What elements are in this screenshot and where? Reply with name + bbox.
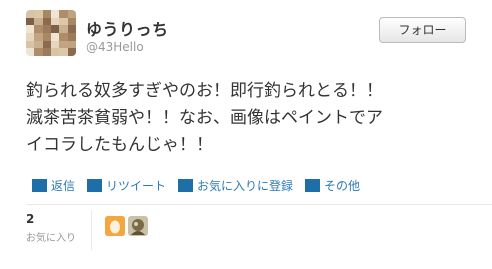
- more-label: その他: [324, 178, 361, 193]
- tweet-text: 釣られる奴多すぎやのお！即行釣られとる！！ 滅茶苦茶貧弱や！！なお、画像はペイン…: [26, 78, 486, 159]
- favorites-stat[interactable]: 2 お気に入り: [26, 212, 76, 244]
- stats-divider: [26, 204, 492, 205]
- stats-separator: [91, 210, 92, 250]
- tweet-line-1: 釣られる奴多すぎやのお！即行釣られとる！！: [26, 81, 383, 101]
- more-icon: [305, 178, 321, 192]
- screen-name[interactable]: @43Hello: [86, 40, 144, 54]
- user-photo-icon: [128, 216, 148, 236]
- tweet-line-3: イコラしたもんじゃ！！: [26, 135, 213, 155]
- favoriter-avatar-photo[interactable]: [128, 216, 148, 236]
- favorite-icon: [178, 178, 194, 192]
- favorites-count: 2: [26, 212, 35, 226]
- reply-icon: [32, 178, 47, 192]
- avatar[interactable]: [26, 10, 76, 56]
- more-button[interactable]: その他: [305, 177, 360, 194]
- retweet-label: リツイート: [106, 178, 167, 193]
- reply-label: 返信: [51, 178, 76, 193]
- display-name[interactable]: ゆうりっち: [86, 16, 169, 40]
- favorite-button[interactable]: お気に入りに登録: [178, 177, 293, 194]
- retweet-button[interactable]: リツイート: [87, 177, 166, 194]
- favoriter-avatar-egg[interactable]: [105, 216, 125, 236]
- reply-button[interactable]: 返信: [32, 177, 75, 194]
- tweet-line-2: 滅茶苦茶貧弱や！！なお、画像はペイントでア: [26, 108, 383, 128]
- follow-button[interactable]: フォロー: [379, 17, 466, 43]
- tweet-actions: 返信 リツイート お気に入りに登録 その他: [32, 177, 372, 193]
- favorites-label: お気に入り: [26, 233, 76, 244]
- egg-icon: [105, 216, 125, 236]
- favorite-label: お気に入りに登録: [197, 178, 294, 193]
- retweet-icon: [87, 178, 103, 192]
